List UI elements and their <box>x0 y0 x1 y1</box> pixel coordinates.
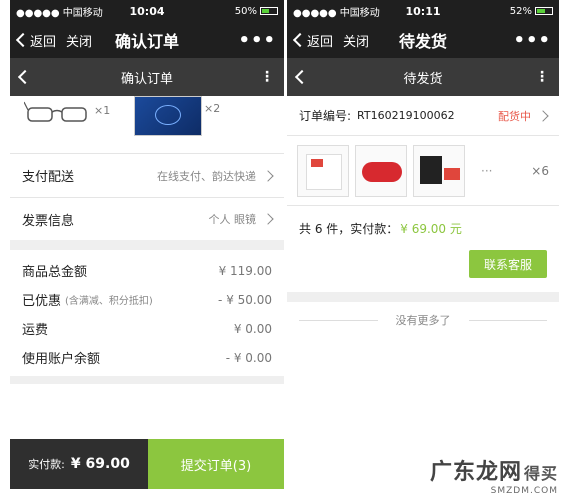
contact-service-button[interactable]: 联系客服 <box>469 250 547 278</box>
back-button[interactable]: 返回 <box>292 31 333 50</box>
app-nav-bar: 确认订单 ⋮ <box>10 58 284 96</box>
checkout-bar: 实付款: ¥ 69.00 提交订单(3) <box>10 439 284 489</box>
invoice-value: 个人 眼镜 <box>208 213 257 226</box>
paid-amount: 实付款: ¥ 69.00 <box>10 439 148 489</box>
glasses-product-image <box>24 101 87 122</box>
total-price: ¥ 69.00 元 <box>400 221 462 236</box>
back-arrow-icon <box>292 32 308 48</box>
clock: 10:04 <box>129 4 165 18</box>
awaiting-shipment-screen: ●●●●● 中国移动 10:11 52% 返回 关闭 待发货 ••• 待发货 ⋮… <box>287 0 559 500</box>
back-arrow-icon <box>15 32 31 48</box>
product-thumbnails[interactable]: ×1 ×2 <box>10 96 284 154</box>
more-menu-button[interactable]: ••• <box>238 30 276 51</box>
summary-row: 商品总金额 ¥ 119.00 <box>22 263 272 281</box>
app-nav-bar: 待发货 ⋮ <box>287 58 559 96</box>
item-thumbnail <box>355 144 407 197</box>
close-button[interactable]: 关闭 <box>66 31 92 50</box>
watermark-logo: 广东龙网 得买 SMZDM.COM <box>429 460 558 496</box>
wechat-nav-bar: 返回 关闭 确认订单 ••• <box>10 22 284 58</box>
order-items[interactable]: ··· ×6 <box>287 136 559 206</box>
app-more-icon[interactable]: ⋮ <box>260 69 274 85</box>
item-thumbnail <box>297 144 349 197</box>
chevron-right-icon <box>262 169 274 182</box>
order-total: 共 6 件，实付款： ¥ 69.00 元 <box>299 221 462 236</box>
chevron-right-icon <box>537 109 549 122</box>
submit-order-button[interactable]: 提交订单(3) <box>148 439 284 489</box>
summary-row: 使用账户余额 - ¥ 0.00 <box>22 350 272 368</box>
lens-product-image <box>134 96 202 136</box>
section-divider <box>10 376 284 384</box>
summary-row: 已优惠 (含满减、积分抵扣) - ¥ 50.00 <box>22 292 272 310</box>
invoice-row[interactable]: 发票信息 个人 眼镜 <box>10 198 284 240</box>
clock: 10:11 <box>405 4 441 18</box>
order-number: RT160219100062 <box>357 109 455 122</box>
app-title: 确认订单 <box>120 71 173 87</box>
no-more-indicator: 没有更多了 <box>287 312 559 328</box>
invoice-label: 发票信息 <box>22 213 75 229</box>
price-summary: 商品总金额 ¥ 119.00 已优惠 (含满减、积分抵扣) - ¥ 50.00 … <box>10 250 284 372</box>
order-number-label: 订单编号: <box>299 109 352 123</box>
battery-icon <box>260 7 278 15</box>
status-bar: ●●●●● 中国移动 10:11 52% <box>287 0 559 22</box>
confirm-order-screen: ●●●●● 中国移动 10:04 50% 返回 关闭 确认订单 ••• 确认订单… <box>10 0 284 500</box>
app-title: 待发货 <box>403 71 443 87</box>
status-bar: ●●●●● 中国移动 10:04 50% <box>10 0 284 22</box>
item-thumbnail <box>413 144 465 197</box>
more-menu-button[interactable]: ••• <box>513 30 551 51</box>
payment-delivery-label: 支付配送 <box>22 170 75 185</box>
order-status: 配货中 <box>498 109 531 123</box>
battery-icon <box>535 7 553 15</box>
back-button[interactable]: 返回 <box>15 31 56 50</box>
order-number-row[interactable]: 订单编号: RT160219100062 配货中 <box>287 96 559 136</box>
wechat-nav-bar: 返回 关闭 待发货 ••• <box>287 22 559 58</box>
summary-row: 运费 ¥ 0.00 <box>22 321 272 339</box>
product-1-quantity: ×1 <box>94 104 111 117</box>
section-divider <box>10 240 284 250</box>
product-2-quantity: ×2 <box>204 102 221 115</box>
app-back-icon[interactable] <box>294 69 310 85</box>
more-items-ellipsis: ··· <box>481 163 493 178</box>
section-divider <box>287 292 559 302</box>
payment-delivery-row[interactable]: 支付配送 在线支付、韵达快递 <box>10 154 284 198</box>
chevron-right-icon <box>262 213 274 225</box>
item-count: ×6 <box>531 163 549 178</box>
payment-delivery-value: 在线支付、韵达快递 <box>157 169 256 183</box>
app-more-icon[interactable]: ⋮ <box>535 69 549 85</box>
close-button[interactable]: 关闭 <box>343 31 369 50</box>
app-back-icon[interactable] <box>17 69 33 85</box>
